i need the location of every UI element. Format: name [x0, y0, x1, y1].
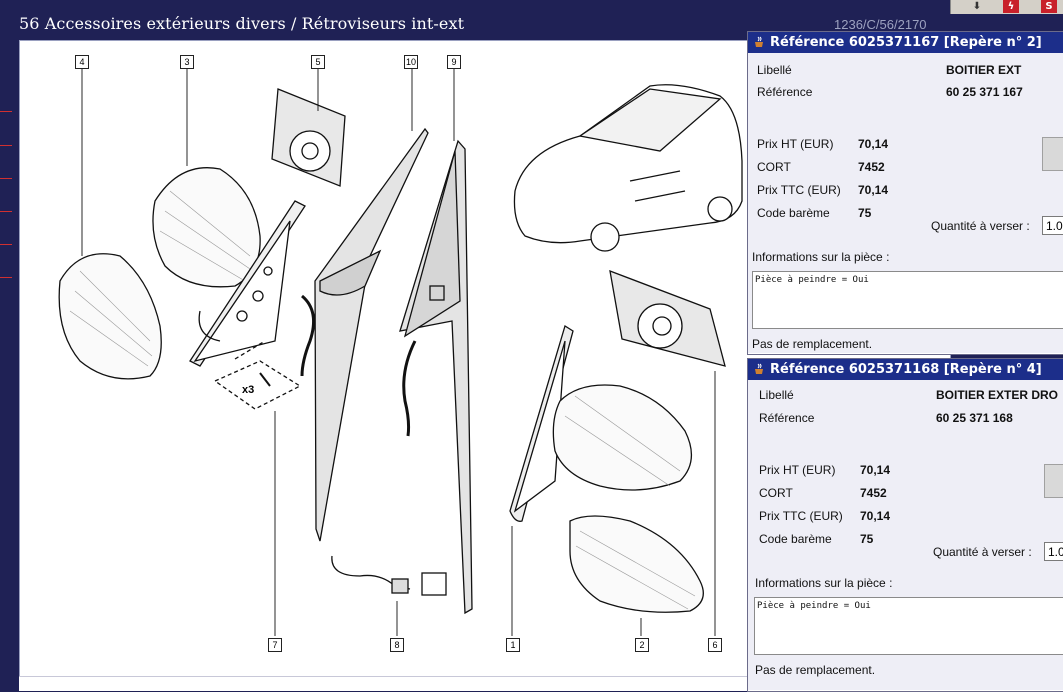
java-cup-icon — [755, 36, 763, 47]
prix-ttc-label: Prix TTC (EUR) — [757, 183, 841, 197]
callout-2[interactable]: 2 — [635, 638, 649, 652]
code-bareme-label: Code barème — [757, 206, 830, 220]
tick-mark — [0, 111, 12, 112]
info-textarea[interactable]: Pièce à peindre = Oui — [754, 597, 1063, 655]
code-bareme-value: 75 — [858, 206, 872, 220]
info-label: Informations sur la pièce : — [755, 576, 893, 590]
remplacement-text: Pas de remplacement. — [755, 663, 876, 677]
callout-5[interactable]: 5 — [311, 55, 325, 69]
callout-8[interactable]: 8 — [390, 638, 404, 652]
callout-3[interactable]: 3 — [180, 55, 194, 69]
cort-label: CORT — [757, 160, 791, 174]
callout-1[interactable]: 1 — [506, 638, 520, 652]
reference-window-2-titlebar[interactable]: Référence 6025371168 [Repère n° 4] — [748, 359, 1063, 380]
tick-mark — [0, 277, 12, 278]
libelle-label: Libellé — [757, 63, 792, 77]
reference-window-1[interactable]: Référence 6025371167 [Repère n° 2] Libel… — [747, 31, 1063, 355]
tick-mark — [0, 178, 12, 179]
remplacement-text: Pas de remplacement. — [752, 337, 873, 351]
code-bareme-label: Code barème — [759, 532, 832, 546]
reference-window-1-body: Libellé BOITIER EXT Référence 60 25 371 … — [748, 53, 1063, 353]
part-9-seal — [399, 139, 473, 615]
quantite-label: Quantité à verser : — [933, 545, 1032, 559]
flash-icon[interactable]: ϟ — [1003, 0, 1019, 13]
callout-10[interactable]: 10 — [404, 55, 418, 69]
cort-value: 7452 — [858, 160, 885, 174]
left-strip — [0, 0, 17, 690]
part-3-cover — [152, 167, 261, 288]
callout-6[interactable]: 6 — [708, 638, 722, 652]
part-4-cover — [58, 253, 162, 380]
part-image-button[interactable] — [1042, 137, 1063, 171]
prix-ttc-value: 70,14 — [858, 183, 889, 197]
screw-quantity-label: x3 — [242, 384, 255, 396]
libelle-value: BOITIER EXT — [946, 63, 1022, 77]
tick-mark — [0, 244, 12, 245]
download-icon[interactable]: ⬇ — [969, 0, 985, 13]
reference-window-1-title: Référence 6025371167 [Repère n° 2] — [770, 35, 1042, 50]
quantite-input[interactable]: 1.0 — [1042, 216, 1063, 235]
libelle-label: Libellé — [759, 388, 794, 402]
cort-value: 7452 — [860, 486, 887, 500]
prix-ttc-label: Prix TTC (EUR) — [759, 509, 843, 523]
code-bareme-value: 75 — [860, 532, 874, 546]
prix-ht-value: 70,14 — [858, 137, 889, 151]
page-title: 56 Accessoires extérieurs divers / Rétro… — [19, 14, 465, 33]
part-2-cover — [569, 515, 704, 613]
reference-window-2-body: Libellé BOITIER EXTER DRO Référence 60 2… — [748, 380, 1063, 690]
quantite-label: Quantité à verser : — [931, 219, 1030, 233]
quantite-input[interactable]: 1.0 — [1044, 542, 1063, 561]
s-icon[interactable]: S — [1041, 0, 1057, 13]
prix-ht-label: Prix HT (EUR) — [757, 137, 834, 151]
part-10-seal — [314, 127, 429, 542]
reference-value: 60 25 371 168 — [936, 411, 1013, 425]
cort-label: CORT — [759, 486, 793, 500]
prix-ttc-value: 70,14 — [860, 509, 891, 523]
callout-9[interactable]: 9 — [447, 55, 461, 69]
prix-ht-value: 70,14 — [860, 463, 891, 477]
info-label: Informations sur la pièce : — [752, 250, 890, 264]
libelle-value: BOITIER EXTER DRO — [936, 388, 1059, 402]
reference-window-1-titlebar[interactable]: Référence 6025371167 [Repère n° 2] — [748, 32, 1063, 53]
callout-4[interactable]: 4 — [75, 55, 89, 69]
reference-window-2[interactable]: Référence 6025371168 [Repère n° 4] Libel… — [747, 358, 1063, 692]
info-textarea[interactable]: Pièce à peindre = Oui — [752, 271, 1063, 329]
tick-mark — [0, 145, 12, 146]
java-cup-icon — [755, 363, 763, 374]
toolbar: ⬇ ϟ S — [950, 0, 1063, 14]
part-image-button[interactable] — [1044, 464, 1063, 498]
reference-label: Référence — [759, 411, 815, 425]
reference-window-2-title: Référence 6025371168 [Repère n° 4] — [770, 362, 1042, 377]
page-code: 1236/C/56/2170 — [834, 17, 927, 32]
reference-value: 60 25 371 167 — [946, 85, 1023, 99]
prix-ht-label: Prix HT (EUR) — [759, 463, 836, 477]
callout-7[interactable]: 7 — [268, 638, 282, 652]
tick-mark — [0, 211, 12, 212]
reference-label: Référence — [757, 85, 813, 99]
